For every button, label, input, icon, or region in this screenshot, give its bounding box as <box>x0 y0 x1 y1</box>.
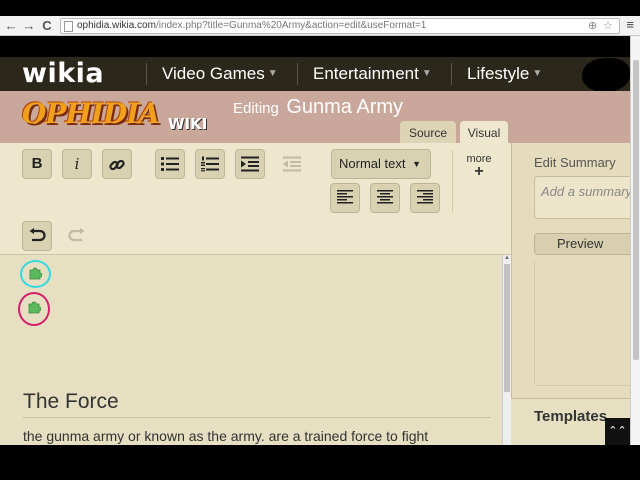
editing-prefix: Editing <box>233 100 279 117</box>
align-right-icon <box>417 190 433 204</box>
format-value: Normal text <box>339 156 406 171</box>
nav-divider <box>451 63 452 85</box>
indent-icon <box>241 156 259 172</box>
nav-item-lifestyle[interactable]: Lifestyle ▼ <box>467 65 542 83</box>
bullet-list-button[interactable] <box>155 149 185 179</box>
numbered-list-icon <box>201 156 219 172</box>
back-to-top-button[interactable]: ⌃⌃ <box>605 418 630 445</box>
align-right-button[interactable] <box>410 183 440 213</box>
page-icon <box>64 21 73 32</box>
page-scrollbar-thumb[interactable] <box>633 60 639 360</box>
plus-icon: + <box>474 163 484 180</box>
align-center-button[interactable] <box>370 183 400 213</box>
browser-toolbar: ← → C ophidia.wikia.com/index.php?title=… <box>0 16 640 36</box>
scroll-up-icon[interactable]: ▲ <box>504 255 510 261</box>
bold-button[interactable]: B <box>22 149 52 179</box>
page-title: Editing Gunma Army <box>233 96 403 119</box>
article-paragraph[interactable]: the gunma army or known as the army. are… <box>23 428 428 444</box>
wiki-logo[interactable]: OPHIDIA <box>22 99 160 129</box>
tab-source[interactable]: Source <box>400 121 456 145</box>
link-icon <box>109 159 125 171</box>
screenshot-root: ← → C ophidia.wikia.com/index.php?title=… <box>0 0 640 480</box>
address-url: ophidia.wikia.com/index.php?title=Gunma%… <box>77 20 426 31</box>
paragraph-format-dropdown[interactable]: Normal text ▼ <box>331 149 431 179</box>
url-host: ophidia.wikia.com <box>77 20 156 31</box>
nav-item-label: Lifestyle <box>467 64 530 83</box>
nav-item-video-games[interactable]: Video Games ▼ <box>162 65 278 83</box>
undo-button[interactable] <box>22 221 52 251</box>
puzzle-piece-icon[interactable] <box>28 266 42 280</box>
numbered-list-button[interactable] <box>195 149 225 179</box>
indent-button[interactable] <box>235 149 265 179</box>
article-title: Gunma Army <box>286 96 404 118</box>
italic-button[interactable]: i <box>62 149 92 179</box>
edit-summary-label: Edit Summary <box>534 155 616 170</box>
page-scrollbar[interactable] <box>630 36 640 445</box>
redo-button[interactable] <box>62 221 92 251</box>
side-panel-module <box>534 262 634 386</box>
align-left-button[interactable] <box>330 183 360 213</box>
redo-icon <box>68 228 85 242</box>
bullet-list-icon <box>161 157 179 171</box>
wiki-header: OPHIDIA WIKI Editing Gunma Army <box>0 91 630 143</box>
templates-heading: Templates <box>534 408 608 425</box>
chevron-down-icon: ▼ <box>532 68 543 79</box>
wikia-logo[interactable]: wikia <box>22 60 104 88</box>
outdent-icon <box>283 156 301 172</box>
edit-summary-input[interactable]: Add a summary <box>534 176 634 219</box>
redaction-blob <box>582 58 630 92</box>
scrollbar-thumb[interactable] <box>504 264 510 392</box>
align-left-icon <box>337 190 353 204</box>
nav-divider <box>297 63 298 85</box>
star-icon[interactable]: ☆ <box>603 19 613 33</box>
wiki-logo-sub: WIKI <box>168 115 208 133</box>
nav-item-label: Video Games <box>162 64 265 83</box>
align-center-icon <box>377 190 393 204</box>
chevron-down-icon: ▼ <box>267 68 278 79</box>
undo-icon <box>29 228 46 242</box>
chevron-down-icon: ▼ <box>421 68 432 79</box>
back-arrow-icon[interactable]: ← <box>4 18 18 34</box>
address-bar[interactable]: ophidia.wikia.com/index.php?title=Gunma%… <box>60 18 620 34</box>
section-heading[interactable]: The Force <box>23 390 119 414</box>
chevron-down-icon: ▼ <box>412 159 421 169</box>
magnifier-icon[interactable]: ⊕ <box>588 19 597 33</box>
editor-scrollbar[interactable]: ▲ <box>502 255 511 445</box>
nav-divider <box>146 63 147 85</box>
outdent-button[interactable] <box>277 149 307 179</box>
reload-icon[interactable]: C <box>40 18 54 34</box>
forward-arrow-icon[interactable]: → <box>22 18 36 34</box>
tab-visual[interactable]: Visual <box>460 121 508 145</box>
nav-item-label: Entertainment <box>313 64 419 83</box>
url-path: /index.php?title=Gunma%20Army&action=edi… <box>155 20 427 31</box>
preview-button[interactable]: Preview <box>534 233 634 255</box>
puzzle-piece-icon[interactable] <box>27 300 41 314</box>
more-button[interactable]: more + <box>462 154 496 180</box>
heading-rule <box>23 417 491 418</box>
nav-item-entertainment[interactable]: Entertainment ▼ <box>313 65 432 83</box>
link-button[interactable] <box>102 149 132 179</box>
toolbar-divider <box>452 150 453 212</box>
global-nav: wikia Video Games ▼ Entertainment ▼ Lifest… <box>0 57 630 91</box>
hamburger-menu-icon[interactable]: ≡ <box>626 17 634 33</box>
